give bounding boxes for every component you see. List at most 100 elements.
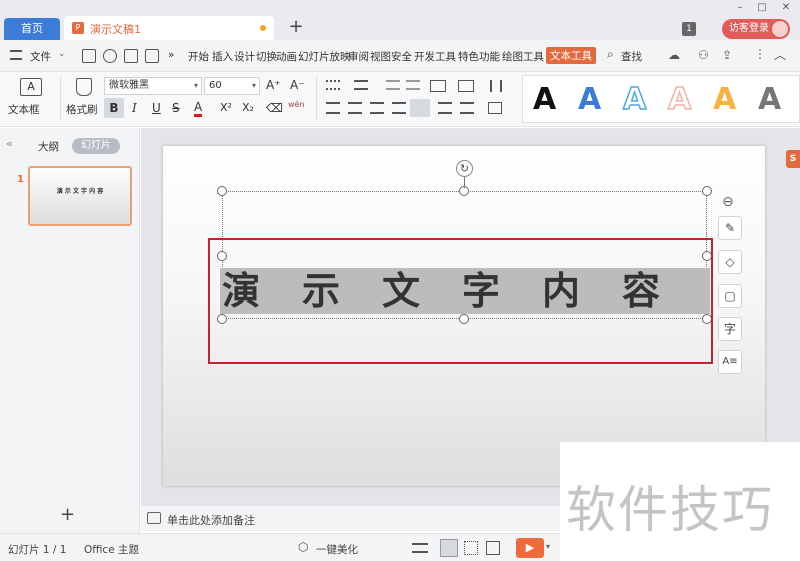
- fill-icon[interactable]: ◇: [718, 250, 742, 274]
- paragraph-settings-icon[interactable]: [488, 102, 502, 114]
- menu-slideshow[interactable]: 幻灯片放映: [298, 49, 351, 64]
- bold-button[interactable]: B: [104, 98, 124, 118]
- menu-animation[interactable]: 动画: [276, 49, 297, 64]
- tab-document[interactable]: P 演示文稿1: [64, 16, 274, 40]
- play-slideshow-button[interactable]: ▶: [516, 538, 544, 558]
- columns-icon[interactable]: [490, 80, 502, 92]
- font-color-button[interactable]: A: [194, 100, 203, 117]
- justify-icon[interactable]: [392, 102, 406, 114]
- text-effect-icon[interactable]: A≡: [718, 350, 742, 374]
- chevron-down-icon[interactable]: ▾: [546, 542, 550, 551]
- font-size-select[interactable]: 60 ▾: [204, 77, 260, 95]
- resize-handle[interactable]: [217, 186, 227, 196]
- paragraph-spacing-icon[interactable]: [460, 102, 474, 114]
- collapse-panel-icon[interactable]: «: [6, 137, 13, 150]
- search-icon[interactable]: ⌕: [607, 47, 614, 62]
- collaborate-icon[interactable]: ⚇: [698, 48, 709, 62]
- menu-developer[interactable]: 开发工具: [414, 49, 456, 64]
- notes-toggle-icon[interactable]: [412, 543, 428, 553]
- numbering-icon[interactable]: [354, 80, 368, 90]
- format-painter-label[interactable]: 格式刷: [66, 102, 98, 117]
- reading-view-icon[interactable]: [486, 541, 500, 555]
- pen-icon[interactable]: ✎: [718, 216, 742, 240]
- menu-insert[interactable]: 插入: [212, 49, 233, 64]
- resize-handle[interactable]: [702, 186, 712, 196]
- clear-format-button[interactable]: ⌫: [266, 101, 283, 115]
- side-assistant-icon[interactable]: S: [786, 150, 800, 168]
- menu-review[interactable]: 审阅: [348, 49, 369, 64]
- menu-security[interactable]: 安全: [391, 49, 412, 64]
- italic-button[interactable]: I: [132, 101, 137, 115]
- cloud-icon[interactable]: ☁: [668, 48, 680, 62]
- line-spacing-icon[interactable]: [438, 102, 452, 114]
- menu-start[interactable]: 开始: [188, 49, 209, 64]
- menu-transitions[interactable]: 切换: [256, 49, 277, 64]
- superscript-button[interactable]: X²: [220, 101, 232, 114]
- menu-design[interactable]: 设计: [234, 49, 255, 64]
- grow-font-button[interactable]: A⁺: [266, 78, 281, 92]
- slide-thumbnail[interactable]: 演 示 文 字 内 容: [28, 166, 132, 226]
- wordart-style-2[interactable]: A: [578, 85, 601, 115]
- distributed-align-icon[interactable]: [410, 99, 430, 117]
- close-button[interactable]: ✕: [778, 2, 794, 14]
- character-format-icon[interactable]: 字: [718, 317, 742, 341]
- underline-button[interactable]: U: [152, 101, 161, 115]
- align-text-icon[interactable]: [458, 80, 474, 92]
- subscript-button[interactable]: X₂: [242, 101, 254, 114]
- beautify-icon[interactable]: ⬡: [298, 540, 308, 554]
- textbox-icon[interactable]: A: [20, 78, 42, 96]
- strikethrough-button[interactable]: S: [172, 101, 180, 115]
- wordart-style-1[interactable]: A: [533, 85, 556, 115]
- wordart-style-6[interactable]: A: [758, 85, 781, 115]
- theme-name[interactable]: Office 主题: [84, 542, 139, 557]
- notes-placeholder[interactable]: 单击此处添加备注: [167, 512, 255, 528]
- menu-features[interactable]: 特色功能: [458, 49, 500, 64]
- export-icon[interactable]: [103, 49, 117, 63]
- search-label[interactable]: 查找: [621, 49, 642, 64]
- align-left-icon[interactable]: [326, 102, 340, 114]
- font-name-select[interactable]: 微软雅黑 ▾: [104, 77, 202, 95]
- file-menu[interactable]: 文件: [30, 49, 51, 64]
- format-painter-icon[interactable]: [76, 78, 92, 96]
- shrink-font-button[interactable]: A⁻: [290, 78, 305, 92]
- print-preview-icon[interactable]: [145, 49, 159, 63]
- more-menu[interactable]: »: [168, 49, 174, 61]
- print-icon[interactable]: [124, 49, 138, 63]
- more-options-icon[interactable]: ⋮: [754, 47, 766, 61]
- slides-panel: « 大纲 幻灯片 1 演 示 文 字 内 容 +: [0, 128, 140, 533]
- chevron-down-icon[interactable]: ⌄: [58, 49, 66, 59]
- align-center-icon[interactable]: [348, 102, 362, 114]
- beautify-button[interactable]: 一键美化: [316, 542, 358, 557]
- bullets-icon[interactable]: [326, 80, 340, 90]
- decrease-indent-icon[interactable]: [386, 80, 400, 90]
- hamburger-icon[interactable]: [10, 50, 22, 60]
- minus-icon[interactable]: ⊖: [722, 194, 734, 210]
- window-count-badge[interactable]: 1: [682, 22, 696, 36]
- rotate-icon[interactable]: ↻: [456, 160, 473, 177]
- normal-view-icon[interactable]: [440, 539, 458, 557]
- visitor-login-button[interactable]: 访客登录: [722, 19, 790, 39]
- collapse-ribbon-icon[interactable]: ︿: [774, 46, 786, 63]
- increase-indent-icon[interactable]: [406, 80, 420, 90]
- text-direction-icon[interactable]: [430, 80, 446, 92]
- share-icon[interactable]: ⇪: [722, 48, 732, 62]
- wordart-style-3[interactable]: A: [622, 84, 647, 116]
- tab-home[interactable]: 首页: [4, 18, 60, 40]
- phonetic-guide-button[interactable]: wén: [288, 100, 305, 109]
- tab-slides[interactable]: 幻灯片: [72, 138, 120, 154]
- align-right-icon[interactable]: [370, 102, 384, 114]
- save-icon[interactable]: [82, 49, 96, 63]
- menu-view[interactable]: 视图: [370, 49, 391, 64]
- add-slide-button[interactable]: +: [60, 504, 75, 525]
- minimize-button[interactable]: –: [732, 2, 748, 14]
- wordart-style-4[interactable]: A: [667, 84, 692, 116]
- maximize-button[interactable]: □: [754, 2, 770, 14]
- wordart-style-5[interactable]: A: [713, 85, 736, 115]
- slide-sorter-icon[interactable]: [464, 541, 478, 555]
- textbox-label[interactable]: 文本框: [8, 102, 40, 117]
- menu-text-tools[interactable]: 文本工具: [546, 47, 596, 64]
- menu-drawing-tools[interactable]: 绘图工具: [502, 49, 544, 64]
- new-tab-button[interactable]: +: [286, 16, 306, 38]
- border-icon[interactable]: ▢: [718, 284, 742, 308]
- tab-outline[interactable]: 大纲: [38, 139, 59, 154]
